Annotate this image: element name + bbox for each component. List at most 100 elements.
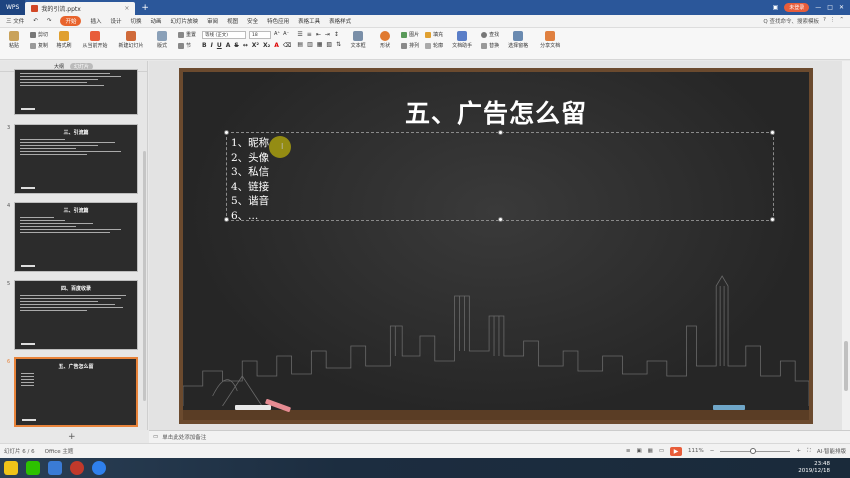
resize-handle[interactable] [770, 130, 775, 135]
underline-icon[interactable]: U [217, 42, 222, 49]
slide-title[interactable]: 五、广告怎么留 [183, 94, 809, 130]
reset-button[interactable]: 重置 [178, 31, 196, 38]
wps-logo[interactable]: WPS [0, 0, 26, 15]
resize-handle[interactable] [498, 217, 503, 222]
new-tab-icon[interactable]: + [141, 3, 149, 13]
zoom-level[interactable]: 111% [688, 448, 704, 454]
superscript-icon[interactable]: X² [252, 42, 259, 49]
resize-handle[interactable] [770, 217, 775, 222]
help-icon[interactable]: ? [823, 17, 826, 25]
content-textbox[interactable] [224, 130, 775, 222]
grow-font-icon[interactable]: A⁺ [274, 31, 280, 39]
tab-view[interactable]: 视图 [227, 17, 238, 25]
copy-button[interactable]: 复制 [30, 42, 48, 49]
arrange-button[interactable]: 排列 [401, 42, 419, 49]
close-window-icon[interactable]: ✕ [839, 4, 844, 11]
text-direction-icon[interactable]: ⇅ [336, 41, 341, 48]
resize-handle[interactable] [498, 130, 503, 135]
zoom-knob[interactable] [750, 447, 757, 454]
play-from-current-button[interactable]: 从当前开始 [80, 31, 110, 49]
slideshow-play-icon[interactable]: ▶ [670, 446, 683, 456]
slide-thumb-5[interactable]: 四、百度收录 [14, 280, 138, 350]
align-center-icon[interactable]: ▥ [307, 41, 313, 48]
font-color-icon[interactable]: A [274, 42, 279, 49]
tab-security[interactable]: 安全 [247, 17, 258, 25]
folder-icon[interactable] [4, 461, 18, 475]
scroll-thumb[interactable] [844, 341, 848, 391]
canvas-scrollbar[interactable] [842, 61, 850, 430]
align-left-icon[interactable]: ▤ [297, 41, 303, 48]
slide-thumb-6[interactable]: 五、广告怎么留 [14, 357, 138, 427]
align-right-icon[interactable]: ▦ [317, 41, 323, 48]
layout-button[interactable]: 版式 [152, 31, 172, 49]
tab-animation[interactable]: 动画 [151, 17, 162, 25]
login-button[interactable]: 未登录 [784, 3, 810, 12]
tab-design[interactable]: 设计 [111, 17, 122, 25]
line-spacing-icon[interactable]: ↕ [334, 31, 339, 38]
bullets-icon[interactable]: ☰ [297, 31, 302, 38]
tab-features[interactable]: 特色应用 [267, 17, 289, 25]
outline-button[interactable]: 轮廓 [425, 42, 443, 49]
tab-slideshow[interactable]: 幻灯片放映 [171, 17, 199, 25]
clear-format-icon[interactable]: ⌫ [283, 42, 291, 49]
document-tab[interactable]: 我的引流.pptx × [25, 2, 136, 15]
resize-handle[interactable] [224, 217, 229, 222]
redo-icon[interactable]: ↷ [47, 18, 52, 24]
zoom-out-icon[interactable]: − [710, 448, 715, 454]
slide-thumb-4[interactable]: 三、引流篇 [14, 202, 138, 272]
shrink-font-icon[interactable]: A⁻ [283, 31, 289, 39]
replace-button[interactable]: 替换 [481, 42, 499, 49]
notes-placeholder[interactable]: 单击此处添加备注 [162, 433, 206, 441]
sogou-icon[interactable] [92, 461, 106, 475]
tab-transition[interactable]: 切换 [131, 17, 142, 25]
strikethrough-icon[interactable]: S [234, 42, 238, 49]
font-name-select[interactable]: 等线 (正文) [202, 31, 247, 39]
shadow-icon[interactable]: A [226, 42, 231, 49]
font-size-select[interactable]: 18 [249, 31, 272, 39]
record-icon[interactable] [70, 461, 84, 475]
increase-indent-icon[interactable]: ⇥ [325, 31, 330, 38]
numbering-icon[interactable]: ≡ [307, 31, 312, 38]
shape-button[interactable]: 形状 [375, 31, 395, 49]
zoom-slider[interactable] [720, 447, 791, 454]
panel-scrollbar[interactable] [143, 151, 146, 401]
undo-icon[interactable]: ↶ [33, 18, 38, 24]
share-button[interactable]: 分享文档 [537, 31, 563, 49]
doc-assistant-button[interactable]: 文档助手 [449, 31, 475, 49]
sorter-view-icon[interactable]: ▦ [648, 448, 653, 454]
window-icon[interactable]: ▣ [773, 4, 779, 11]
collapse-ribbon-icon[interactable]: ⌃ [839, 17, 844, 25]
tab-review[interactable]: 审阅 [207, 17, 218, 25]
picture-button[interactable]: 图片 [401, 31, 419, 38]
maximize-icon[interactable]: □ [827, 4, 833, 11]
slide-thumb-3[interactable]: 三、引流篇 [14, 124, 138, 194]
find-button[interactable]: 查找 [481, 31, 499, 38]
system-clock[interactable]: 23:48 2019/12/18 [798, 461, 850, 475]
justify-icon[interactable]: ▧ [326, 41, 332, 48]
italic-icon[interactable]: I [211, 42, 213, 49]
file-menu[interactable]: 三 文件 [6, 17, 24, 25]
command-search[interactable]: Q 查找命令、搜索模板 [763, 17, 819, 25]
textbox-button[interactable]: 文本框 [347, 31, 369, 49]
slide-thumb-2[interactable] [14, 69, 138, 115]
slide-6[interactable]: 五、广告怎么留 1、昵称 2、头像 3、私信 4、链接 5、谐音 6、... I [179, 68, 813, 424]
ai-layout-button[interactable]: AI·智能排版 [817, 447, 846, 455]
notes-bar[interactable]: ▭ 单击此处添加备注 [149, 430, 850, 443]
minimize-icon[interactable]: — [815, 4, 821, 11]
browser-icon[interactable] [48, 461, 62, 475]
new-slide-button[interactable]: 新建幻灯片 [116, 31, 146, 49]
section-button[interactable]: 节 [178, 42, 196, 49]
add-slide-button[interactable]: + [68, 432, 76, 442]
more-icon[interactable]: ⋮ [830, 17, 836, 25]
tab-insert[interactable]: 插入 [90, 17, 101, 25]
wechat-icon[interactable] [26, 461, 40, 475]
zoom-in-icon[interactable]: + [796, 448, 801, 454]
decrease-indent-icon[interactable]: ⇤ [316, 31, 321, 38]
reading-view-icon[interactable]: ▭ [659, 448, 664, 454]
char-spacing-icon[interactable]: ↔ [243, 42, 248, 49]
subscript-icon[interactable]: X₂ [263, 42, 270, 49]
paste-button[interactable]: 粘贴 [4, 31, 24, 49]
cut-button[interactable]: 剪切 [30, 31, 48, 38]
tab-start[interactable]: 开始 [60, 16, 82, 26]
normal-view-icon[interactable]: ▣ [636, 448, 641, 454]
